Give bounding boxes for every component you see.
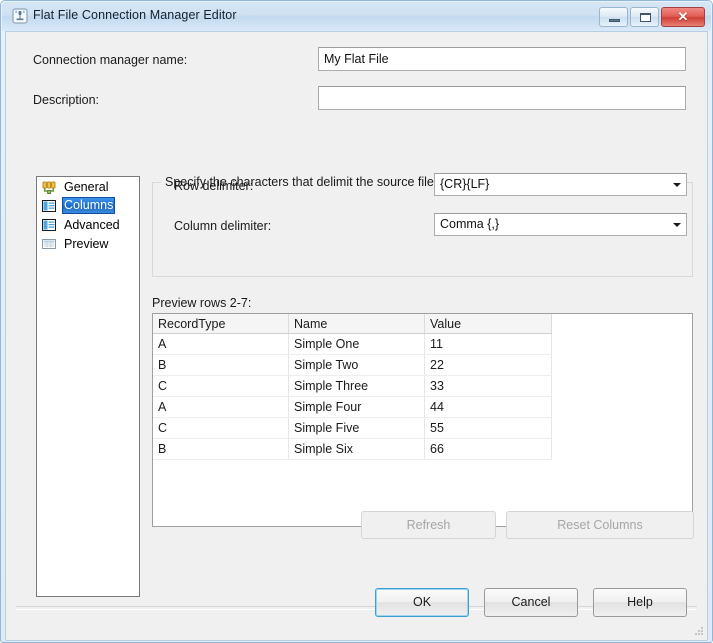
column-header-name[interactable]: Name xyxy=(288,314,425,334)
cell-recordtype: A xyxy=(153,333,289,355)
table-row[interactable]: C Simple Five 55 xyxy=(153,417,552,439)
preview-table: RecordType Name Value A Simple One 11 B … xyxy=(153,314,552,460)
cell-name: Simple Two xyxy=(288,354,425,376)
minimize-button[interactable] xyxy=(599,7,628,27)
connection-name-input[interactable] xyxy=(318,47,686,71)
cell-name: Simple Four xyxy=(288,396,425,418)
column-delimiter-label: Column delimiter: xyxy=(174,219,272,233)
refresh-button[interactable]: Refresh xyxy=(361,511,496,539)
cell-value: 66 xyxy=(424,438,552,460)
cell-value: 11 xyxy=(424,333,552,355)
connection-manager-icon xyxy=(12,8,28,24)
preview-grid[interactable]: RecordType Name Value A Simple One 11 B … xyxy=(152,313,693,527)
description-label: Description: xyxy=(33,93,99,107)
row-delimiter-select[interactable]: {CR}{LF} xyxy=(434,173,687,196)
cell-name: Simple One xyxy=(288,333,425,355)
cell-name: Simple Three xyxy=(288,375,425,397)
close-button[interactable]: ✕ xyxy=(661,7,705,27)
chevron-down-icon[interactable] xyxy=(668,214,686,235)
sidebar-item-advanced[interactable]: Advanced xyxy=(37,215,139,234)
cell-value: 33 xyxy=(424,375,552,397)
minimize-icon xyxy=(609,19,620,22)
sidebar-item-label: Preview xyxy=(64,236,109,251)
cancel-button[interactable]: Cancel xyxy=(484,588,578,617)
window-controls: ✕ xyxy=(599,7,705,27)
cell-recordtype: C xyxy=(153,375,289,397)
resize-grip[interactable] xyxy=(692,626,704,638)
cell-recordtype: B xyxy=(153,354,289,376)
column-delimiter-select[interactable]: Comma {,} xyxy=(434,213,687,236)
preview-rows-label: Preview rows 2-7: xyxy=(152,296,252,310)
cell-value: 44 xyxy=(424,396,552,418)
sidebar-item-general[interactable]: General xyxy=(37,177,139,196)
connection-name-label: Connection manager name: xyxy=(33,53,188,67)
page-navigation-list[interactable]: General Columns Advanced Preview xyxy=(36,176,140,597)
sidebar-item-columns[interactable]: Columns xyxy=(37,196,139,215)
table-row[interactable]: B Simple Six 66 xyxy=(153,438,552,460)
dialog-body: Connection manager name: Description: Ge… xyxy=(6,32,707,640)
column-header-value[interactable]: Value xyxy=(424,314,552,334)
table-row[interactable]: C Simple Three 33 xyxy=(153,375,552,397)
table-row[interactable]: A Simple Four 44 xyxy=(153,396,552,418)
column-header-recordtype[interactable]: RecordType xyxy=(153,314,289,334)
cell-value: 55 xyxy=(424,417,552,439)
table-row[interactable]: A Simple One 11 xyxy=(153,333,552,355)
column-delimiter-value: Comma {,} xyxy=(440,217,500,231)
dialog-window: Flat File Connection Manager Editor ✕ Co… xyxy=(0,0,713,643)
general-page-icon xyxy=(41,179,57,195)
maximize-icon xyxy=(640,13,651,22)
sidebar-item-label: Columns xyxy=(62,197,116,214)
help-button[interactable]: Help xyxy=(593,588,687,617)
sidebar-item-label: General xyxy=(64,179,109,194)
row-delimiter-label: Row delimiter: xyxy=(174,179,254,193)
chevron-down-icon[interactable] xyxy=(668,174,686,195)
cell-recordtype: B xyxy=(153,438,289,460)
cell-name: Simple Five xyxy=(288,417,425,439)
sidebar-item-label: Advanced xyxy=(64,217,120,232)
close-icon: ✕ xyxy=(677,9,689,24)
columns-page-icon xyxy=(41,198,57,214)
cell-recordtype: A xyxy=(153,396,289,418)
cell-value: 22 xyxy=(424,354,552,376)
ok-button[interactable]: OK xyxy=(375,588,469,617)
advanced-page-icon xyxy=(41,217,57,233)
description-input[interactable] xyxy=(318,86,686,110)
row-delimiter-value: {CR}{LF} xyxy=(440,177,490,191)
reset-columns-button[interactable]: Reset Columns xyxy=(506,511,694,539)
cell-name: Simple Six xyxy=(288,438,425,460)
window-title: Flat File Connection Manager Editor xyxy=(33,8,237,22)
maximize-button[interactable] xyxy=(630,7,659,27)
sidebar-item-preview[interactable]: Preview xyxy=(37,234,139,253)
table-row[interactable]: B Simple Two 22 xyxy=(153,354,552,376)
cell-recordtype: C xyxy=(153,417,289,439)
preview-page-icon xyxy=(41,236,57,252)
title-bar[interactable]: Flat File Connection Manager Editor ✕ xyxy=(2,2,711,31)
table-header-row: RecordType Name Value xyxy=(153,314,552,334)
